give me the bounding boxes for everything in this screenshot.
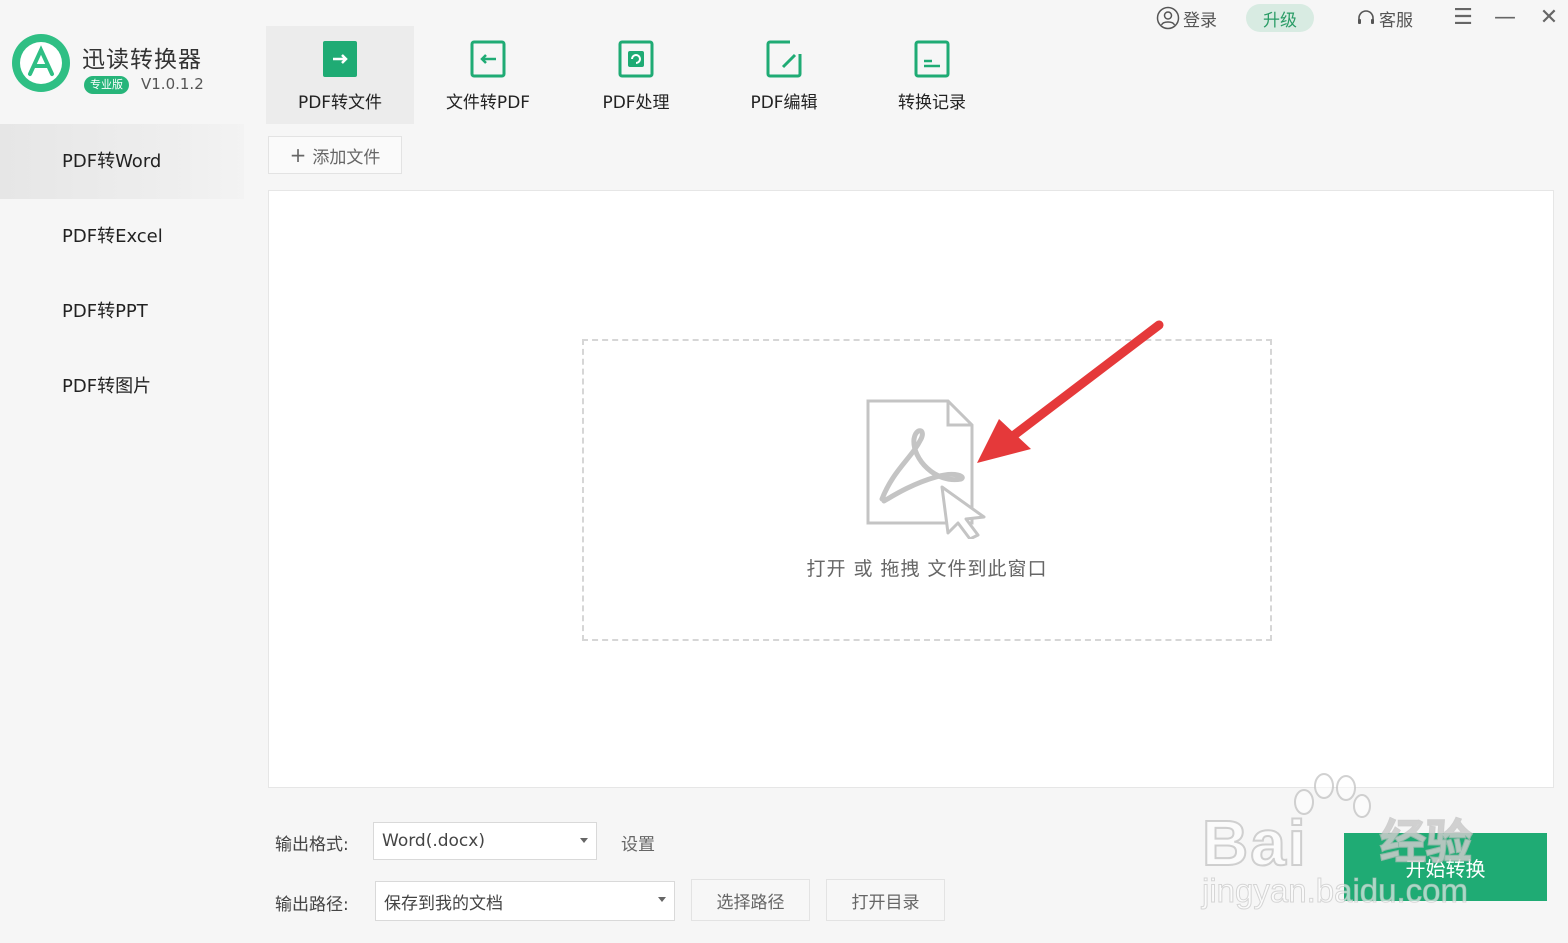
output-format-label: 输出格式: xyxy=(275,835,349,855)
output-path-label: 输出路径: xyxy=(275,895,349,915)
main-nav: PDF转文件 文件转PDF PDF处理 PDF编辑 转换记录 xyxy=(266,26,1006,124)
pdf-to-file-icon xyxy=(323,41,357,77)
sidebar-item-pdf-to-word[interactable]: PDF转Word xyxy=(0,124,244,199)
tab-label: 文件转PDF xyxy=(445,93,531,113)
sidebar-item-pdf-to-image[interactable]: PDF转图片 xyxy=(0,349,244,424)
close-icon[interactable]: ✕ xyxy=(1534,2,1564,32)
plus-icon: + xyxy=(289,143,307,167)
user-icon xyxy=(1156,6,1180,30)
add-file-label: 添加文件 xyxy=(312,147,381,168)
output-format-select[interactable]: Word(.docx) xyxy=(373,822,597,860)
tab-label: PDF处理 xyxy=(602,93,670,113)
start-conversion-button[interactable]: 开始转换 xyxy=(1344,833,1547,901)
app-name: 迅读转换器 xyxy=(82,47,202,73)
settings-button[interactable]: 设置 xyxy=(621,830,655,855)
app-logo-icon xyxy=(12,34,70,92)
pdf-process-icon xyxy=(618,40,654,78)
main-content: + 添加文件 打开 或 拖拽 文件到此窗口 输出格式: Word(.docx) … xyxy=(244,124,1568,943)
history-icon xyxy=(914,40,950,78)
title-bar: 迅读转换器 专业版 V1.0.1.2 PDF转文件 文件转PDF PDF处理 P… xyxy=(0,0,1568,125)
upgrade-button[interactable]: 升级 xyxy=(1246,4,1314,32)
dropdown-caret-icon xyxy=(658,897,666,902)
choose-path-button[interactable]: 选择路径 xyxy=(691,879,810,921)
tab-file-to-pdf[interactable]: 文件转PDF xyxy=(414,26,562,124)
menu-icon[interactable]: ☰ xyxy=(1448,2,1478,32)
tab-pdf-edit[interactable]: PDF编辑 xyxy=(710,26,858,124)
app-version: V1.0.1.2 xyxy=(141,75,204,93)
add-file-button[interactable]: + 添加文件 xyxy=(268,136,402,174)
drop-hint: 打开 或 拖拽 文件到此窗口 xyxy=(806,558,1048,580)
tab-label: 转换记录 xyxy=(898,93,966,113)
login-label: 登录 xyxy=(1183,10,1217,31)
sidebar-item-pdf-to-ppt[interactable]: PDF转PPT xyxy=(0,274,244,349)
file-list-panel: 打开 或 拖拽 文件到此窗口 xyxy=(268,190,1554,788)
open-directory-button[interactable]: 打开目录 xyxy=(826,879,945,921)
minimize-icon[interactable]: — xyxy=(1490,2,1520,32)
login-button[interactable]: 登录 xyxy=(1156,4,1217,32)
file-to-pdf-icon xyxy=(470,40,506,78)
edition-badge: 专业版 xyxy=(84,76,129,94)
headset-icon xyxy=(1358,10,1374,24)
output-path-value: 保存到我的文档 xyxy=(384,893,503,914)
support-button[interactable]: 客服 xyxy=(1356,4,1413,32)
tab-history[interactable]: 转换记录 xyxy=(858,26,1006,124)
sidebar: PDF转Word PDF转Excel PDF转PPT PDF转图片 xyxy=(0,124,244,943)
output-path-select[interactable]: 保存到我的文档 xyxy=(375,881,675,921)
tab-pdf-process[interactable]: PDF处理 xyxy=(562,26,710,124)
sidebar-item-pdf-to-excel[interactable]: PDF转Excel xyxy=(0,199,244,274)
tab-label: PDF转文件 xyxy=(297,93,383,113)
annotation-arrow xyxy=(977,320,1164,463)
output-format-value: Word(.docx) xyxy=(382,831,485,851)
support-label: 客服 xyxy=(1379,10,1413,31)
tab-label: PDF编辑 xyxy=(750,93,818,113)
pdf-edit-icon xyxy=(766,40,802,78)
watermark-brand: Bai xyxy=(1201,806,1308,880)
tab-pdf-to-file[interactable]: PDF转文件 xyxy=(266,26,414,124)
dropdown-caret-icon xyxy=(580,838,588,843)
